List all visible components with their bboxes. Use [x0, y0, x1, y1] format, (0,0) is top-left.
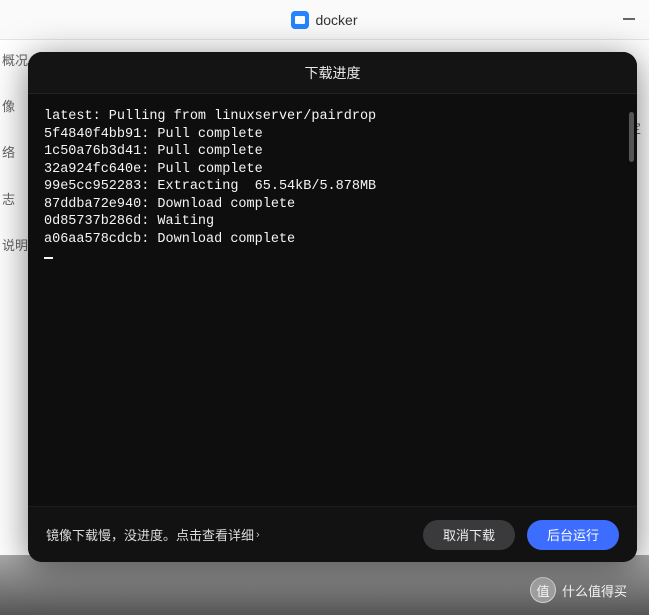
watermark-icon: 值	[530, 577, 556, 603]
sidebar: 概况 像 络 志 说明	[0, 48, 28, 279]
window-title: docker	[315, 12, 357, 28]
terminal-line: 1c50a76b3d41: Pull complete	[44, 143, 621, 161]
sidebar-item[interactable]: 说明	[0, 233, 28, 259]
cancel-download-button[interactable]: 取消下载	[423, 520, 515, 550]
terminal-line: 32a924fc640e: Pull complete	[44, 161, 621, 179]
download-progress-modal: 下载进度 latest: Pulling from linuxserver/pa…	[28, 52, 637, 562]
chevron-right-icon: ›	[256, 529, 260, 541]
slow-download-help-link[interactable]: 镜像下载慢，没进度。点击查看详细 ›	[46, 525, 260, 544]
run-in-background-button[interactable]: 后台运行	[527, 520, 619, 550]
terminal-line: 5f4840f4bb91: Pull complete	[44, 126, 621, 144]
window-titlebar: docker	[0, 0, 649, 40]
docker-icon	[291, 11, 309, 29]
terminal-line: 0d85737b286d: Waiting	[44, 213, 621, 231]
terminal-line: a06aa578cdcb: Download complete	[44, 231, 621, 249]
terminal-output[interactable]: latest: Pulling from linuxserver/pairdro…	[28, 94, 637, 506]
watermark: 值 什么值得买	[530, 577, 627, 603]
footer-link-text: 镜像下载慢，没进度。点击查看详细	[46, 525, 254, 544]
terminal-line: 99e5cc952283: Extracting 65.54kB/5.878MB	[44, 178, 621, 196]
terminal-cursor	[44, 257, 53, 259]
sidebar-item[interactable]: 络	[0, 140, 28, 166]
modal-footer: 镜像下载慢，没进度。点击查看详细 › 取消下载 后台运行	[28, 506, 637, 562]
scrollbar-thumb[interactable]	[629, 112, 634, 162]
sidebar-item[interactable]: 概况	[0, 48, 28, 74]
sidebar-item[interactable]: 像	[0, 94, 28, 120]
sidebar-item[interactable]: 志	[0, 187, 28, 213]
terminal-line: latest: Pulling from linuxserver/pairdro…	[44, 108, 621, 126]
watermark-text: 什么值得买	[562, 581, 627, 600]
terminal-line: 87ddba72e940: Download complete	[44, 196, 621, 214]
minimize-button[interactable]	[623, 18, 635, 20]
modal-title: 下载进度	[28, 52, 637, 94]
